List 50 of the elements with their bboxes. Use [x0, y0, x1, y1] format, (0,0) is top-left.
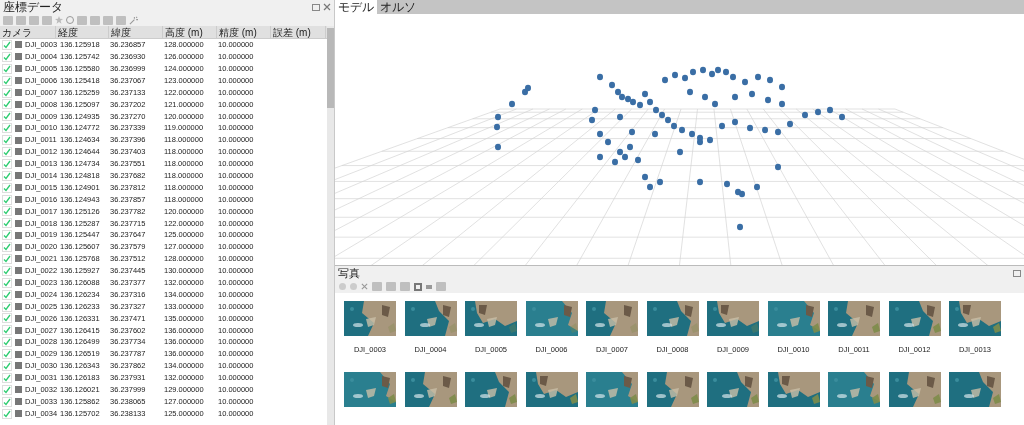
checkbox[interactable]: [2, 277, 12, 288]
column-header[interactable]: 緯度: [109, 26, 163, 38]
checkbox[interactable]: [2, 182, 12, 193]
checkbox[interactable]: [2, 99, 12, 110]
checkbox[interactable]: [2, 218, 12, 229]
restore-icon[interactable]: [312, 3, 320, 11]
checkbox[interactable]: [2, 313, 12, 324]
checkbox[interactable]: [2, 242, 12, 253]
checkbox[interactable]: [2, 206, 12, 217]
checkbox[interactable]: [2, 135, 12, 146]
wand-icon[interactable]: [129, 15, 138, 25]
checkbox[interactable]: [2, 146, 12, 157]
checkbox[interactable]: [2, 253, 12, 264]
restore-icon[interactable]: [1013, 269, 1021, 277]
checkbox[interactable]: [2, 51, 12, 62]
checkbox[interactable]: [2, 337, 12, 348]
checkbox[interactable]: [2, 396, 12, 407]
checkbox[interactable]: [2, 408, 12, 419]
star-icon[interactable]: [55, 16, 63, 24]
checkbox[interactable]: [2, 372, 12, 383]
checkbox[interactable]: [2, 111, 12, 122]
checkbox[interactable]: [2, 158, 12, 169]
checkbox[interactable]: [2, 301, 12, 312]
view-tab[interactable]: モデル: [335, 0, 377, 14]
scrollbar[interactable]: [327, 26, 334, 425]
close-icon[interactable]: [323, 3, 331, 11]
checkbox[interactable]: [2, 325, 12, 336]
checkbox[interactable]: [2, 361, 12, 371]
checkbox[interactable]: [2, 230, 12, 241]
checkbox[interactable]: [2, 289, 12, 300]
rectangle-icon[interactable]: [426, 284, 432, 289]
column-header[interactable]: カメラ: [0, 26, 56, 38]
column-header[interactable]: 経度: [56, 26, 109, 38]
square-icon[interactable]: [414, 282, 422, 291]
checkbox[interactable]: [2, 170, 12, 181]
checkbox[interactable]: [2, 123, 12, 134]
checkbox[interactable]: [2, 194, 12, 205]
panel-title: 座標データ: [3, 0, 63, 14]
checkbox[interactable]: [2, 39, 12, 50]
column-header[interactable]: 高度 (m): [163, 26, 217, 38]
checkbox[interactable]: [2, 265, 12, 276]
column-header[interactable]: 誤差 (m): [271, 26, 326, 38]
checkbox[interactable]: [2, 63, 12, 74]
panel-title: 写真: [338, 266, 360, 280]
checkbox[interactable]: [2, 87, 12, 98]
checkbox[interactable]: [2, 349, 12, 360]
checkbox[interactable]: [2, 384, 12, 395]
checkbox[interactable]: [2, 75, 12, 86]
column-header[interactable]: 精度 (m): [217, 26, 271, 38]
close-icon[interactable]: [361, 283, 368, 290]
